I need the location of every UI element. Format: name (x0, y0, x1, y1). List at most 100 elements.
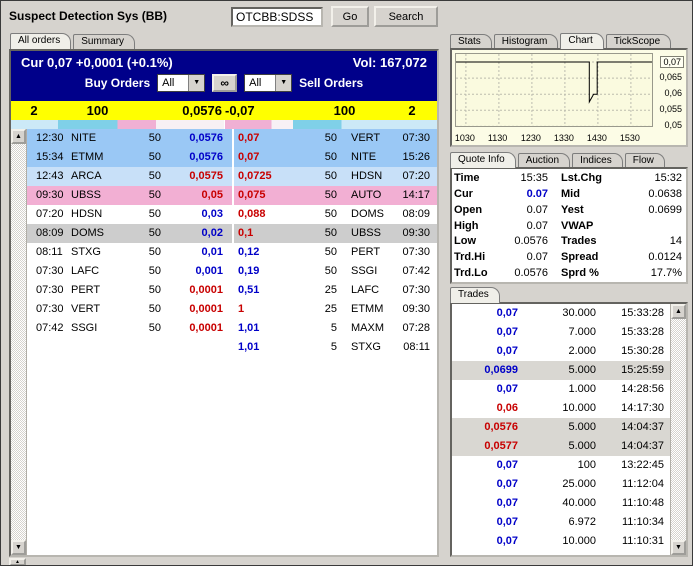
chart-y-axis: 0,070,0650,060,0550,05 (653, 50, 686, 145)
buy-order-row[interactable]: 07:30 PERT 50 0,0001 (27, 281, 232, 300)
scroll-up-button[interactable]: ▲ (11, 129, 26, 144)
chart-tab[interactable]: TickScope (606, 34, 671, 49)
buy-order-row[interactable]: 07:42 SSGI 50 0,0001 (27, 319, 232, 338)
trade-row: 0,07 25.000 11:12:04 (452, 475, 670, 494)
quote-value: 14 (616, 235, 684, 247)
sell-order-row[interactable]: 0,088 50 DOMS 08:09 (234, 205, 437, 224)
trade-size: 30.000 (524, 304, 602, 323)
quote-label: Mid (554, 188, 616, 200)
buy-order-row[interactable]: 15:34 ETMM 50 0,0576 (27, 148, 232, 167)
buy-order-row[interactable]: 12:30 NITE 50 0,0576 (27, 129, 232, 148)
market-maker: DOMS (339, 205, 391, 224)
buy-order-row[interactable]: 07:30 LAFC 50 0,001 (27, 262, 232, 281)
y-tick-label: 0,06 (664, 88, 682, 98)
order-time: 08:11 (27, 243, 71, 262)
trade-time: 13:22:45 (602, 456, 670, 475)
link-buy-sell-button[interactable]: ∞ (212, 74, 237, 92)
buy-filter-select[interactable]: All ▼ (157, 74, 205, 92)
buy-order-row[interactable]: 12:43 ARCA 50 0,0575 (27, 167, 232, 186)
chart-tab[interactable]: Histogram (494, 34, 559, 49)
order-size: 5 (306, 319, 339, 338)
order-view-tab[interactable]: All orders (10, 33, 71, 49)
sell-order-row[interactable]: 1,01 5 STXG 08:11 (234, 338, 437, 357)
sell-order-row[interactable]: 0,12 50 PERT 07:30 (234, 243, 437, 262)
quote-label: Trades (554, 235, 616, 247)
link-icon: ∞ (220, 76, 229, 90)
buy-order-row[interactable]: 07:30 VERT 50 0,0001 (27, 300, 232, 319)
buy-order-row[interactable]: 08:11 STXG 50 0,01 (27, 243, 232, 262)
trade-row: 0,0576 5.000 14:04:37 (452, 418, 670, 437)
ask-price: 0,075 (234, 186, 306, 205)
quote-label: Cur (454, 188, 498, 200)
sell-order-row[interactable]: 0,075 50 AUTO 14:17 (234, 186, 437, 205)
sell-order-row[interactable]: 1 25 ETMM 09:30 (234, 300, 437, 319)
quote-label: Sprd % (554, 267, 616, 279)
order-size: 50 (123, 167, 161, 186)
corner-scroll-button[interactable]: ▲ (9, 558, 26, 566)
scroll-track[interactable] (671, 319, 686, 540)
sell-order-row[interactable]: 0,07 50 NITE 15:26 (234, 148, 437, 167)
info-tab[interactable]: Flow (625, 153, 665, 168)
quote-value: 15:32 (616, 172, 684, 184)
order-book-scrollbar[interactable]: ▲ ▼ (11, 129, 27, 555)
buy-order-row[interactable]: 09:30 UBSS 50 0,05 (27, 186, 232, 205)
sell-order-row[interactable]: 0,1 50 UBSS 09:30 (234, 224, 437, 243)
quote-info-row: Cur 0.07 Mid 0.0638 (454, 186, 684, 202)
scroll-track[interactable] (11, 144, 26, 540)
x-tick-label: 1330 (554, 133, 574, 143)
order-size: 50 (123, 262, 161, 281)
buy-order-row[interactable]: 08:09 DOMS 50 0,02 (27, 224, 232, 243)
trade-time: 15:25:59 (602, 361, 670, 380)
market-maker: NITE (71, 129, 123, 148)
tab-trades[interactable]: Trades (450, 287, 500, 303)
current-price-text: Cur 0,07 +0,0001 (+0.1%) (21, 55, 173, 70)
quote-label: Lst.Chg (554, 172, 616, 184)
depth-gradient-bar (11, 120, 437, 129)
scroll-down-button[interactable]: ▼ (671, 540, 686, 555)
trade-time: 14:28:56 (602, 380, 670, 399)
order-size: 50 (306, 243, 339, 262)
sell-order-row[interactable]: 0,07 50 VERT 07:30 (234, 129, 437, 148)
order-time: 08:09 (391, 205, 437, 224)
info-tab[interactable]: Auction (518, 153, 570, 168)
chart-tab[interactable]: Stats (450, 34, 492, 49)
info-tab[interactable]: Indices (572, 153, 623, 168)
chart-tab[interactable]: Chart (560, 33, 603, 49)
sell-order-row[interactable]: 0,0725 50 HDSN 07:20 (234, 167, 437, 186)
trade-price: 0,07 (452, 532, 524, 551)
info-tab[interactable]: Quote Info (450, 152, 516, 168)
market-maker: UBSS (339, 224, 391, 243)
sell-order-row[interactable]: 0,19 50 SSGI 07:42 (234, 262, 437, 281)
search-button[interactable]: Search (374, 6, 438, 27)
order-time: 14:17 (391, 186, 437, 205)
trades-scrollbar[interactable]: ▲ ▼ (670, 304, 686, 555)
market-maker: STXG (339, 338, 391, 357)
bid-price: 0,05 (161, 186, 232, 205)
order-time: 07:30 (27, 300, 71, 319)
ticker-input[interactable] (231, 7, 323, 27)
sell-depth-bar (224, 120, 437, 129)
trade-size: 5.000 (524, 418, 602, 437)
trade-size: 2.000 (524, 342, 602, 361)
scroll-down-button[interactable]: ▼ (11, 540, 26, 555)
trade-price: 0,07 (452, 494, 524, 513)
go-button[interactable]: Go (331, 6, 369, 27)
market-maker: UBSS (71, 186, 123, 205)
trade-time: 11:10:48 (602, 494, 670, 513)
trade-size: 100 (524, 456, 602, 475)
y-tick-label: 0,065 (659, 72, 682, 82)
quote-info-row: Trd.Lo 0.0576 Sprd % 17.7% (454, 265, 684, 281)
order-time: 09:30 (27, 186, 71, 205)
trade-row: 0,07 30.000 15:33:28 (452, 304, 670, 323)
trade-size: 10.000 (524, 399, 602, 418)
sell-order-row[interactable]: 0,51 25 LAFC 07:30 (234, 281, 437, 300)
buy-order-row[interactable]: 07:20 HDSN 50 0,03 (27, 205, 232, 224)
order-view-tab[interactable]: Summary (73, 34, 135, 49)
order-size: 50 (123, 224, 161, 243)
sell-order-row[interactable]: 1,01 5 MAXM 07:28 (234, 319, 437, 338)
sell-filter-value: All (245, 75, 275, 91)
scroll-up-button[interactable]: ▲ (671, 304, 686, 319)
sell-filter-select[interactable]: All ▼ (244, 74, 292, 92)
order-time: 07:30 (391, 129, 437, 148)
trade-size: 5.000 (524, 437, 602, 456)
